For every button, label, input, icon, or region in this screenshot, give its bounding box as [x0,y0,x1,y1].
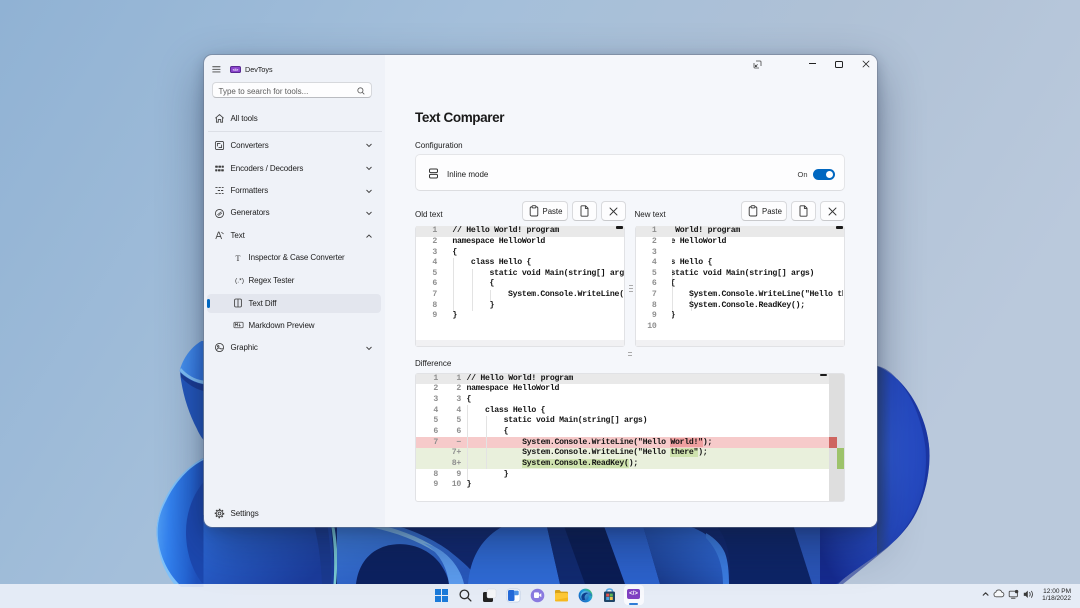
svg-text:(.*): (.*) [235,277,244,284]
svg-text:T: T [236,254,241,263]
